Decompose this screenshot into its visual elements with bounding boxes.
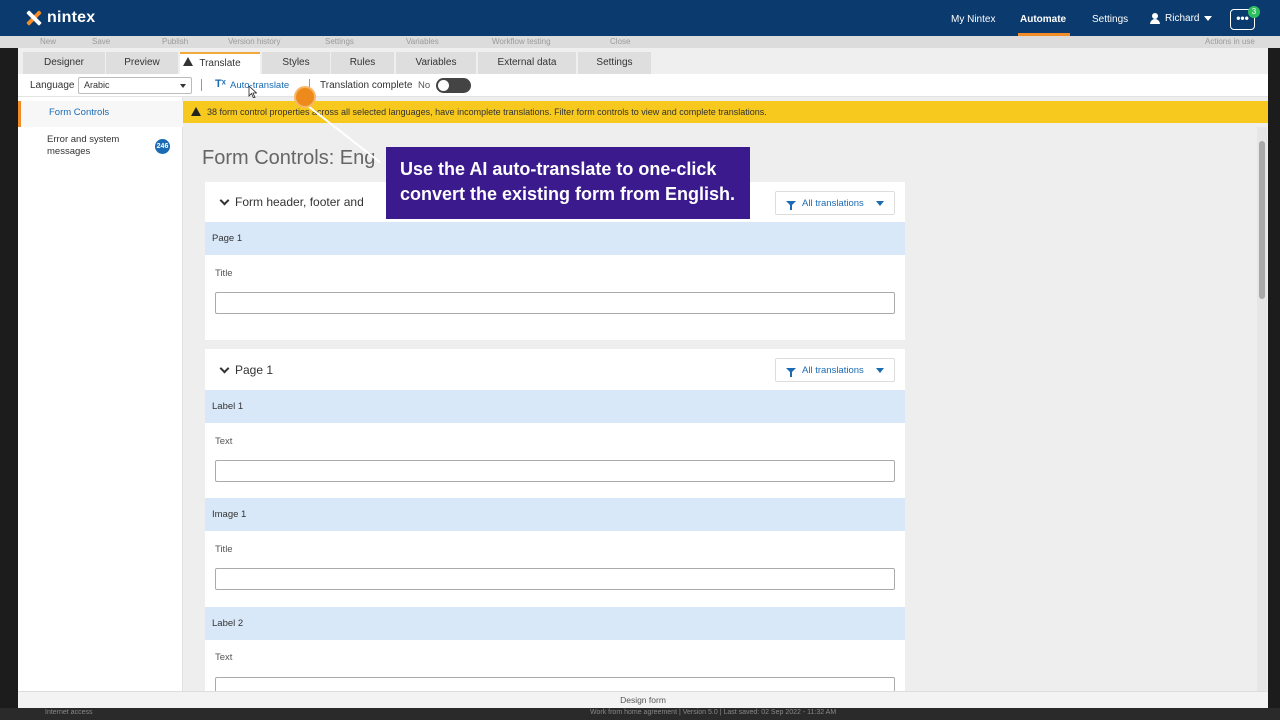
chevron-down-icon	[180, 84, 186, 88]
translate-toolbar: Language Arabic Tˣ Auto-translate Transl…	[18, 74, 1268, 97]
nav-link-my-nintex[interactable]: My Nintex	[951, 14, 995, 25]
footer-save-info: Work from home agreement | Version 5.0 |…	[590, 709, 837, 716]
brand-name: nintex	[47, 9, 96, 26]
filter-icon	[786, 367, 796, 377]
toolbar-workflow-testing[interactable]: Workflow testing	[492, 37, 551, 46]
translate-sidebar: Form Controls Error and system messages …	[18, 97, 183, 691]
translation-input[interactable]	[215, 677, 895, 691]
tab-translate-label: Translate	[199, 58, 241, 69]
designer-toolbar: New Save Publish Version history Setting…	[0, 36, 1280, 48]
tab-rules[interactable]: Rules	[331, 52, 394, 74]
top-navigation-bar: nintex My Nintex Automate Settings Richa…	[0, 0, 1280, 36]
card-header[interactable]: Page 1	[219, 363, 274, 377]
designer-tabs: Designer Preview Translate Styles Rules …	[18, 48, 1268, 74]
tab-preview[interactable]: Preview	[106, 52, 178, 74]
field-label: Title	[215, 268, 233, 279]
language-label: Language	[30, 80, 75, 91]
page-1-card: Page 1 All translations Label 1 Text Ima…	[205, 349, 905, 691]
status-bar: Design form	[18, 691, 1268, 708]
language-select-value: Arabic	[84, 80, 110, 90]
notification-badge: 3	[1248, 6, 1260, 18]
toolbar-close[interactable]: Close	[610, 37, 630, 46]
translation-input[interactable]	[215, 292, 895, 314]
translation-input[interactable]	[215, 568, 895, 590]
vertical-scrollbar[interactable]	[1257, 127, 1267, 691]
card-title: Page 1	[235, 363, 274, 377]
nav-link-automate[interactable]: Automate	[1020, 14, 1066, 25]
tab-external-data[interactable]: External data	[478, 52, 576, 74]
section-header-image-1: Image 1	[205, 498, 905, 531]
toolbar-settings[interactable]: Settings	[325, 37, 354, 46]
tutorial-callout: Use the AI auto-translate to one-click c…	[386, 147, 750, 219]
tab-translate[interactable]: Translate	[180, 52, 260, 74]
user-icon	[1150, 13, 1160, 24]
count-badge: 246	[155, 139, 170, 154]
tab-settings[interactable]: Settings	[578, 52, 651, 74]
warning-icon	[191, 107, 201, 116]
incomplete-translations-banner: 38 form control properties across all se…	[183, 101, 1268, 123]
user-menu[interactable]: Richard	[1150, 13, 1213, 24]
tab-variables[interactable]: Variables	[396, 52, 476, 74]
sidebar-item-form-controls[interactable]: Form Controls	[18, 101, 183, 127]
banner-text: 38 form control properties across all se…	[207, 107, 767, 117]
card-title: Form header, footer and	[235, 195, 364, 209]
translation-input[interactable]	[215, 460, 895, 482]
callout-text-line-2: convert the existing form from English.	[400, 184, 736, 204]
tab-designer[interactable]: Designer	[23, 52, 105, 74]
translation-filter-button[interactable]: All translations	[775, 191, 895, 215]
section-header-label-2: Label 2	[205, 607, 905, 640]
footer-strip: Internet access Work from home agreement…	[0, 708, 1280, 720]
chevron-down-icon[interactable]	[219, 363, 230, 373]
section-header-page-1: Page 1	[205, 222, 905, 255]
field-label: Title	[215, 544, 233, 555]
toolbar-publish[interactable]: Publish	[162, 37, 188, 46]
scrollbar-thumb[interactable]	[1259, 141, 1265, 299]
callout-text-line-1: Use the AI auto-translate to one-click	[400, 159, 717, 179]
divider	[201, 79, 202, 91]
translate-icon[interactable]: Tˣ	[215, 78, 226, 90]
toolbar-version-history[interactable]: Version history	[228, 37, 280, 46]
chevron-down-icon	[875, 367, 884, 373]
field-label: Text	[215, 652, 233, 663]
page-title: Form Controls: Eng	[202, 147, 376, 169]
hand-cursor-icon	[248, 86, 257, 98]
field-label: Text	[215, 436, 233, 447]
nintex-logo[interactable]: nintex	[26, 9, 95, 27]
translation-complete-toggle[interactable]	[436, 78, 471, 93]
toolbar-save[interactable]: Save	[92, 37, 110, 46]
chevron-down-icon	[875, 200, 884, 206]
nav-link-settings[interactable]: Settings	[1092, 14, 1128, 25]
footer-left-text: Internet access	[45, 709, 93, 716]
language-select[interactable]: Arabic	[78, 77, 192, 94]
chevron-down-icon[interactable]	[219, 195, 230, 205]
filter-label: All translations	[802, 364, 864, 376]
tab-styles[interactable]: Styles	[262, 52, 330, 74]
filter-icon	[786, 200, 796, 210]
card-header[interactable]: Form header, footer and	[219, 195, 364, 209]
toolbar-actions-in-use[interactable]: Actions in use	[1205, 37, 1255, 46]
callout-hotspot	[294, 86, 316, 108]
user-name: Richard	[1165, 13, 1200, 24]
nintex-logo-icon	[26, 10, 42, 26]
toolbar-variables[interactable]: Variables	[406, 37, 439, 46]
warning-icon	[183, 57, 193, 66]
translation-filter-button[interactable]: All translations	[775, 358, 895, 382]
chevron-down-icon	[1204, 16, 1213, 21]
filter-label: All translations	[802, 197, 864, 209]
auto-translate-link[interactable]: Auto-translate	[230, 80, 289, 91]
translation-complete-value: No	[418, 80, 431, 91]
translation-complete-label: Translation complete	[320, 80, 413, 91]
toolbar-new[interactable]: New	[40, 37, 56, 46]
section-header-label-1: Label 1	[205, 390, 905, 423]
